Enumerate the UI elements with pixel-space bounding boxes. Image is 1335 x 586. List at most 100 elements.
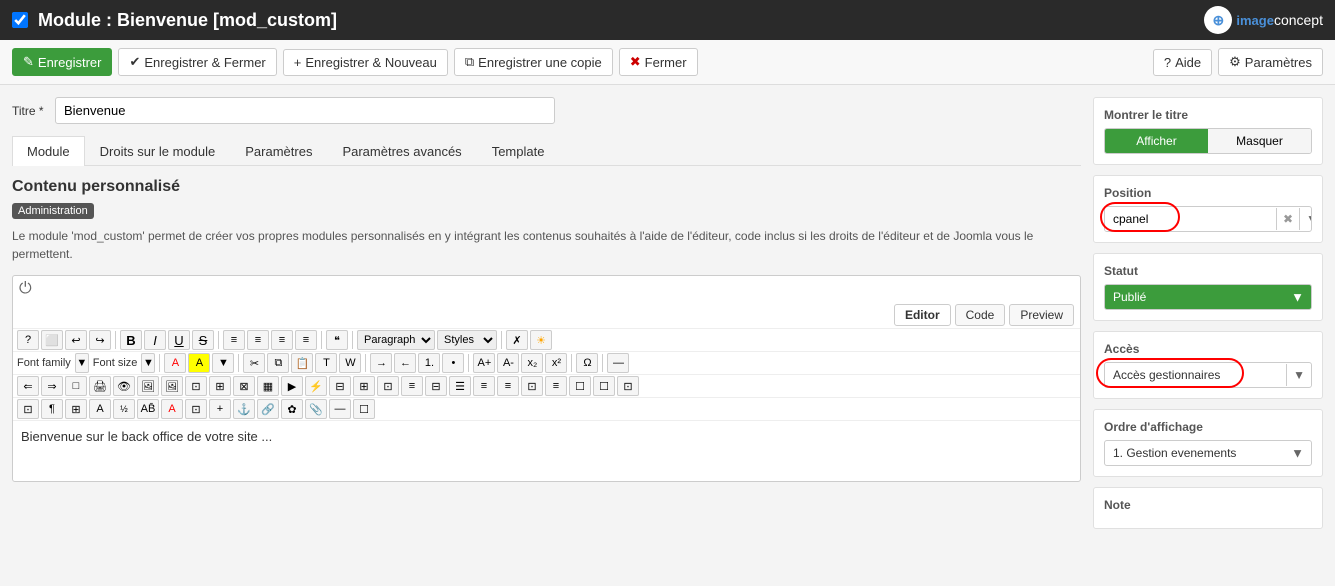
tb-align-center-btn[interactable]: ≡ — [247, 330, 269, 350]
params-button[interactable]: ⚙ Paramètres — [1218, 48, 1323, 76]
tb-highlight-btn[interactable]: ☀ — [530, 330, 552, 350]
tb-redo-btn[interactable]: ↪ — [89, 330, 111, 350]
tb-paste-btn[interactable]: 📋 — [291, 353, 313, 373]
tb-subscript-btn[interactable]: x₂ — [521, 353, 543, 373]
tb-more2-btn[interactable]: ⊞ — [353, 376, 375, 396]
tb-r4-btn4[interactable]: A — [89, 399, 111, 419]
tb-img2-btn[interactable]: 🖼 — [161, 376, 183, 396]
tb-more1-btn[interactable]: ⊟ — [329, 376, 351, 396]
tb-rtl-btn[interactable]: ⇐ — [17, 376, 39, 396]
tb-more3-btn[interactable]: ⊡ — [377, 376, 399, 396]
tb-more6-btn[interactable]: ☰ — [449, 376, 471, 396]
tb-align-justify-btn[interactable]: ≡ — [295, 330, 317, 350]
tab-parametres[interactable]: Paramètres — [230, 136, 327, 166]
position-clear-icon[interactable]: ✖ — [1276, 208, 1299, 230]
tb-img3-btn[interactable]: ⊡ — [185, 376, 207, 396]
tb-outdent-btn[interactable]: ← — [394, 353, 416, 373]
tb-r4-btn2[interactable]: ¶ — [41, 399, 63, 419]
tb-r4-btn1[interactable]: ⊡ — [17, 399, 39, 419]
save-close-button[interactable]: ✔ Enregistrer & Fermer — [118, 48, 276, 76]
tb-special-char-btn[interactable]: Ω — [576, 353, 598, 373]
tb-list-ol-btn[interactable]: 1. — [418, 353, 440, 373]
help-button[interactable]: ? Aide — [1153, 49, 1212, 76]
tb-paste-text-btn[interactable]: T — [315, 353, 337, 373]
tb-new-btn[interactable]: ⬜ — [41, 330, 63, 350]
statut-select[interactable]: Publié — [1104, 284, 1312, 310]
tb-img4-btn[interactable]: ⊞ — [209, 376, 231, 396]
tb-r4-btn7[interactable]: A — [161, 399, 183, 419]
header-checkbox[interactable] — [12, 12, 28, 28]
tab-module[interactable]: Module — [12, 136, 85, 166]
tb-more7-btn[interactable]: ≡ — [473, 376, 495, 396]
editor-tab-code[interactable]: Code — [955, 304, 1006, 326]
editor-tab-preview[interactable]: Preview — [1009, 304, 1074, 326]
tb-indent-btn[interactable]: → — [370, 353, 392, 373]
tb-more11-btn[interactable]: ☐ — [569, 376, 591, 396]
tb-cut-btn[interactable]: ✂ — [243, 353, 265, 373]
tb-r4-btn12[interactable]: ✿ — [281, 399, 303, 419]
acces-dropdown-icon[interactable]: ▼ — [1286, 364, 1311, 386]
tb-r4-btn3[interactable]: ⊞ — [65, 399, 87, 419]
position-input[interactable] — [1105, 207, 1276, 231]
tab-template[interactable]: Template — [477, 136, 560, 166]
tb-div-btn[interactable]: □ — [65, 376, 87, 396]
tb-align-left-btn[interactable]: ≡ — [223, 330, 245, 350]
position-dropdown-icon[interactable]: ▼ — [1299, 208, 1312, 230]
tb-r4-btn10[interactable]: ⚓ — [233, 399, 255, 419]
tb-color-picker-btn[interactable]: ▼ — [212, 353, 234, 373]
tb-r4-btn5[interactable]: ½ — [113, 399, 135, 419]
masquer-button[interactable]: Masquer — [1208, 129, 1311, 153]
tb-img5-btn[interactable]: ⊠ — [233, 376, 255, 396]
styles-select[interactable]: Styles — [437, 330, 497, 350]
title-input[interactable] — [55, 97, 555, 124]
tb-r4-btn8[interactable]: ⊡ — [185, 399, 207, 419]
tb-r4-btn11[interactable]: 🔗 — [257, 399, 279, 419]
tb-r4-btn9[interactable]: + — [209, 399, 231, 419]
tb-print-btn[interactable]: 🖨 — [89, 376, 111, 396]
tb-more4-btn[interactable]: ≡ — [401, 376, 423, 396]
ordre-select[interactable]: 1. Gestion evenements — [1104, 440, 1312, 466]
tb-eraser-btn[interactable]: ✗ — [506, 330, 528, 350]
tb-list-ul-btn[interactable]: • — [442, 353, 464, 373]
editor-tab-editor[interactable]: Editor — [894, 304, 951, 326]
editor-content[interactable]: Bienvenue sur le back office de votre si… — [13, 421, 1080, 481]
close-button[interactable]: ✖ Fermer — [619, 48, 698, 76]
tb-help-btn[interactable]: ? — [17, 330, 39, 350]
tb-blockquote-btn[interactable]: ❝ — [326, 330, 348, 350]
afficher-button[interactable]: Afficher — [1105, 129, 1208, 153]
tab-droits[interactable]: Droits sur le module — [85, 136, 231, 166]
tb-more8-btn[interactable]: ≡ — [497, 376, 519, 396]
save-new-button[interactable]: + Enregistrer & Nouveau — [283, 49, 448, 76]
tb-more5-btn[interactable]: ⊟ — [425, 376, 447, 396]
tb-more9-btn[interactable]: ⊡ — [521, 376, 543, 396]
save-button[interactable]: ✎ Enregistrer — [12, 48, 112, 76]
tb-font-color-btn[interactable]: A — [164, 353, 186, 373]
tb-copy-btn[interactable]: ⧉ — [267, 353, 289, 373]
tb-underline-btn[interactable]: U — [168, 330, 190, 350]
tb-bg-color-btn[interactable]: A — [188, 353, 210, 373]
tab-parametres-avances[interactable]: Paramètres avancés — [327, 136, 476, 166]
tb-r4-btn6[interactable]: AB̄ — [137, 399, 159, 419]
tb-fontsize-inc-btn[interactable]: A+ — [473, 353, 495, 373]
tb-media-btn[interactable]: ▶ — [281, 376, 303, 396]
tb-r4-btn15[interactable]: ☐ — [353, 399, 375, 419]
tb-hr-btn[interactable]: — — [607, 353, 629, 373]
tb-strikethrough-btn[interactable]: S — [192, 330, 214, 350]
tb-more12-btn[interactable]: ☐ — [593, 376, 615, 396]
tb-font-family-dropdown[interactable]: ▼ — [75, 353, 89, 373]
power-icon[interactable]: ⏻ — [19, 280, 32, 298]
tb-img6-btn[interactable]: ▦ — [257, 376, 279, 396]
tb-fontsize-dec-btn[interactable]: A- — [497, 353, 519, 373]
tb-img-btn[interactable]: 🖼 — [137, 376, 159, 396]
tb-align-right-btn[interactable]: ≡ — [271, 330, 293, 350]
tb-bold-btn[interactable]: B — [120, 330, 142, 350]
tb-superscript-btn[interactable]: x² — [545, 353, 567, 373]
tb-font-size-dropdown[interactable]: ▼ — [141, 353, 155, 373]
paragraph-select[interactable]: Paragraph — [357, 330, 435, 350]
tb-undo-btn[interactable]: ↩ — [65, 330, 87, 350]
tb-italic-btn[interactable]: I — [144, 330, 166, 350]
tb-ltr-btn[interactable]: ⇒ — [41, 376, 63, 396]
tb-more13-btn[interactable]: ⊡ — [617, 376, 639, 396]
save-copy-button[interactable]: ⧉ Enregistrer une copie — [454, 48, 613, 76]
tb-r4-btn13[interactable]: 📎 — [305, 399, 327, 419]
